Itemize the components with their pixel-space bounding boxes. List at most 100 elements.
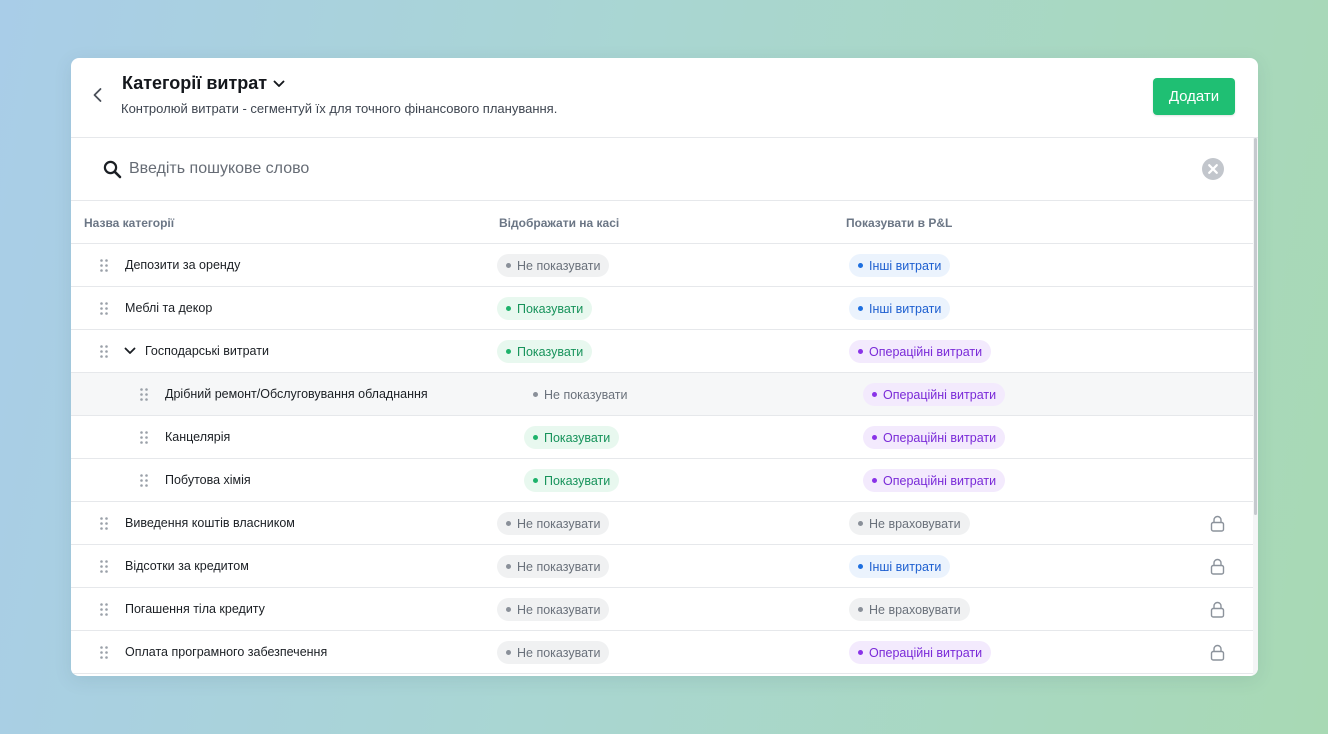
pl-category-badge[interactable]: Операційні витрати <box>849 641 992 664</box>
category-row[interactable]: Господарські витрати Показувати Операційні… <box>71 330 1253 373</box>
status-dot <box>533 478 538 483</box>
status-dot <box>506 607 511 612</box>
cash-display-badge[interactable]: Не показувати <box>524 383 636 406</box>
cash-display-badge[interactable]: Показувати <box>497 340 593 363</box>
scrollbar-thumb[interactable] <box>1254 138 1257 515</box>
status-dot <box>506 650 511 655</box>
pl-category-badge-label: Не враховувати <box>869 516 961 531</box>
pl-category-badge-label: Операційні витрати <box>869 645 983 660</box>
category-row[interactable]: Виведення коштів власником Не показувати Н… <box>71 502 1253 545</box>
cash-display-badge-label: Не показувати <box>517 645 601 660</box>
category-name: Виведення коштів власником <box>125 516 295 530</box>
expand-chevron-icon[interactable] <box>123 344 137 358</box>
cash-display-badge-label: Показувати <box>544 473 611 488</box>
add-button[interactable]: Додати <box>1153 78 1235 115</box>
column-header-pl[interactable]: Показувати в P&L <box>846 216 952 230</box>
pl-category-badge[interactable]: Операційні витрати <box>863 426 1006 449</box>
pl-category-badge[interactable]: Операційні витрати <box>863 383 1006 406</box>
cash-display-badge[interactable]: Не показувати <box>497 598 610 621</box>
cash-display-badge-label: Показувати <box>517 301 584 316</box>
category-row[interactable]: Оплата програмного забезпечення Не показу… <box>71 631 1253 674</box>
pl-category-badge[interactable]: Інші витрати <box>849 555 951 578</box>
clear-search-icon[interactable] <box>1202 158 1224 180</box>
status-dot <box>858 607 863 612</box>
status-dot <box>506 349 511 354</box>
search-bar <box>71 138 1258 201</box>
status-dot <box>872 392 877 397</box>
pl-category-badge-label: Операційні витрати <box>883 473 997 488</box>
pl-category-badge-label: Інші витрати <box>869 301 942 316</box>
table-header: Назва категорії Відображати на касі Пока… <box>71 201 1253 244</box>
status-dot <box>506 306 511 311</box>
cash-display-badge-label: Показувати <box>544 430 611 445</box>
status-dot <box>506 263 511 268</box>
status-dot <box>533 435 538 440</box>
chevron-down-icon <box>273 80 285 87</box>
drag-handle-icon[interactable] <box>100 560 108 573</box>
panel-header: Категорії витрат Контролюй витрати - сег… <box>71 58 1258 138</box>
cash-display-badge[interactable]: Показувати <box>524 426 620 449</box>
title-dropdown[interactable]: Категорії витрат <box>122 73 287 94</box>
pl-category-badge[interactable]: Не враховувати <box>849 598 970 621</box>
pl-category-badge-label: Операційні витрати <box>869 344 983 359</box>
category-row[interactable]: Погашення тіла кредиту Не показувати Не вр… <box>71 588 1253 631</box>
scrollbar[interactable] <box>1253 138 1258 676</box>
category-row[interactable]: Відсотки за кредитом Не показувати Інші ви… <box>71 545 1253 588</box>
column-header-name[interactable]: Назва категорії <box>84 216 174 230</box>
cash-display-badge-label: Не показувати <box>517 516 601 531</box>
pl-category-badge[interactable]: Операційні витрати <box>863 469 1006 492</box>
status-dot <box>858 263 863 268</box>
search-input[interactable] <box>129 156 1189 182</box>
cash-display-badge[interactable]: Показувати <box>524 469 620 492</box>
sub-category-row[interactable]: Побутова хімія Показувати Операційні витра… <box>71 459 1253 502</box>
status-dot <box>872 478 877 483</box>
category-row[interactable]: Депозити за оренду Не показувати Інші витр… <box>71 244 1253 287</box>
pl-category-badge[interactable]: Інші витрати <box>849 297 951 320</box>
status-dot <box>858 349 863 354</box>
cash-display-badge[interactable]: Не показувати <box>497 555 610 578</box>
drag-handle-icon[interactable] <box>140 388 148 401</box>
cash-display-badge-label: Не показувати <box>517 559 601 574</box>
pl-category-badge[interactable]: Операційні витрати <box>849 340 992 363</box>
drag-handle-icon[interactable] <box>140 474 148 487</box>
lock-icon <box>1210 558 1225 575</box>
category-name: Відсотки за кредитом <box>125 559 249 573</box>
back-chevron-icon[interactable] <box>87 84 109 106</box>
pl-category-badge[interactable]: Не враховувати <box>849 512 970 535</box>
lock-icon <box>1210 644 1225 661</box>
cash-display-badge[interactable]: Не показувати <box>497 254 610 277</box>
pl-category-badge-label: Інші витрати <box>869 258 942 273</box>
status-dot <box>858 650 863 655</box>
sub-category-row[interactable]: Канцелярія Показувати Операційні витрати <box>71 416 1253 459</box>
status-dot <box>872 435 877 440</box>
lock-icon <box>1210 515 1225 532</box>
categories-panel: Категорії витрат Контролюй витрати - сег… <box>71 58 1258 676</box>
drag-handle-icon[interactable] <box>100 646 108 659</box>
cash-display-badge-label: Показувати <box>517 344 584 359</box>
page-subtitle: Контролюй витрати - сегментуй їх для точ… <box>121 101 558 116</box>
category-name: Дрібний ремонт/Обслуговування обладнання <box>165 387 428 401</box>
drag-handle-icon[interactable] <box>140 431 148 444</box>
drag-handle-icon[interactable] <box>100 302 108 315</box>
page-title: Категорії витрат <box>122 73 268 93</box>
cash-display-badge[interactable]: Не показувати <box>497 641 610 664</box>
drag-handle-icon[interactable] <box>100 517 108 530</box>
category-name: Господарські витрати <box>145 344 269 358</box>
drag-handle-icon[interactable] <box>100 259 108 272</box>
cash-display-badge-label: Не показувати <box>517 602 601 617</box>
cash-display-badge[interactable]: Показувати <box>497 297 593 320</box>
cash-display-badge[interactable]: Не показувати <box>497 512 610 535</box>
status-dot <box>506 521 511 526</box>
search-icon <box>103 160 122 179</box>
status-dot <box>858 521 863 526</box>
cash-display-badge-label: Не показувати <box>544 387 628 402</box>
category-row[interactable]: Меблі та декор Показувати Інші витрати <box>71 287 1253 330</box>
drag-handle-icon[interactable] <box>100 603 108 616</box>
column-header-cash[interactable]: Відображати на касі <box>499 216 619 230</box>
pl-category-badge-label: Операційні витрати <box>883 387 997 402</box>
lock-icon <box>1210 601 1225 618</box>
drag-handle-icon[interactable] <box>100 345 108 358</box>
sub-category-row[interactable]: Дрібний ремонт/Обслуговування обладнання… <box>71 373 1253 416</box>
category-name: Канцелярія <box>165 430 231 444</box>
pl-category-badge[interactable]: Інші витрати <box>849 254 951 277</box>
